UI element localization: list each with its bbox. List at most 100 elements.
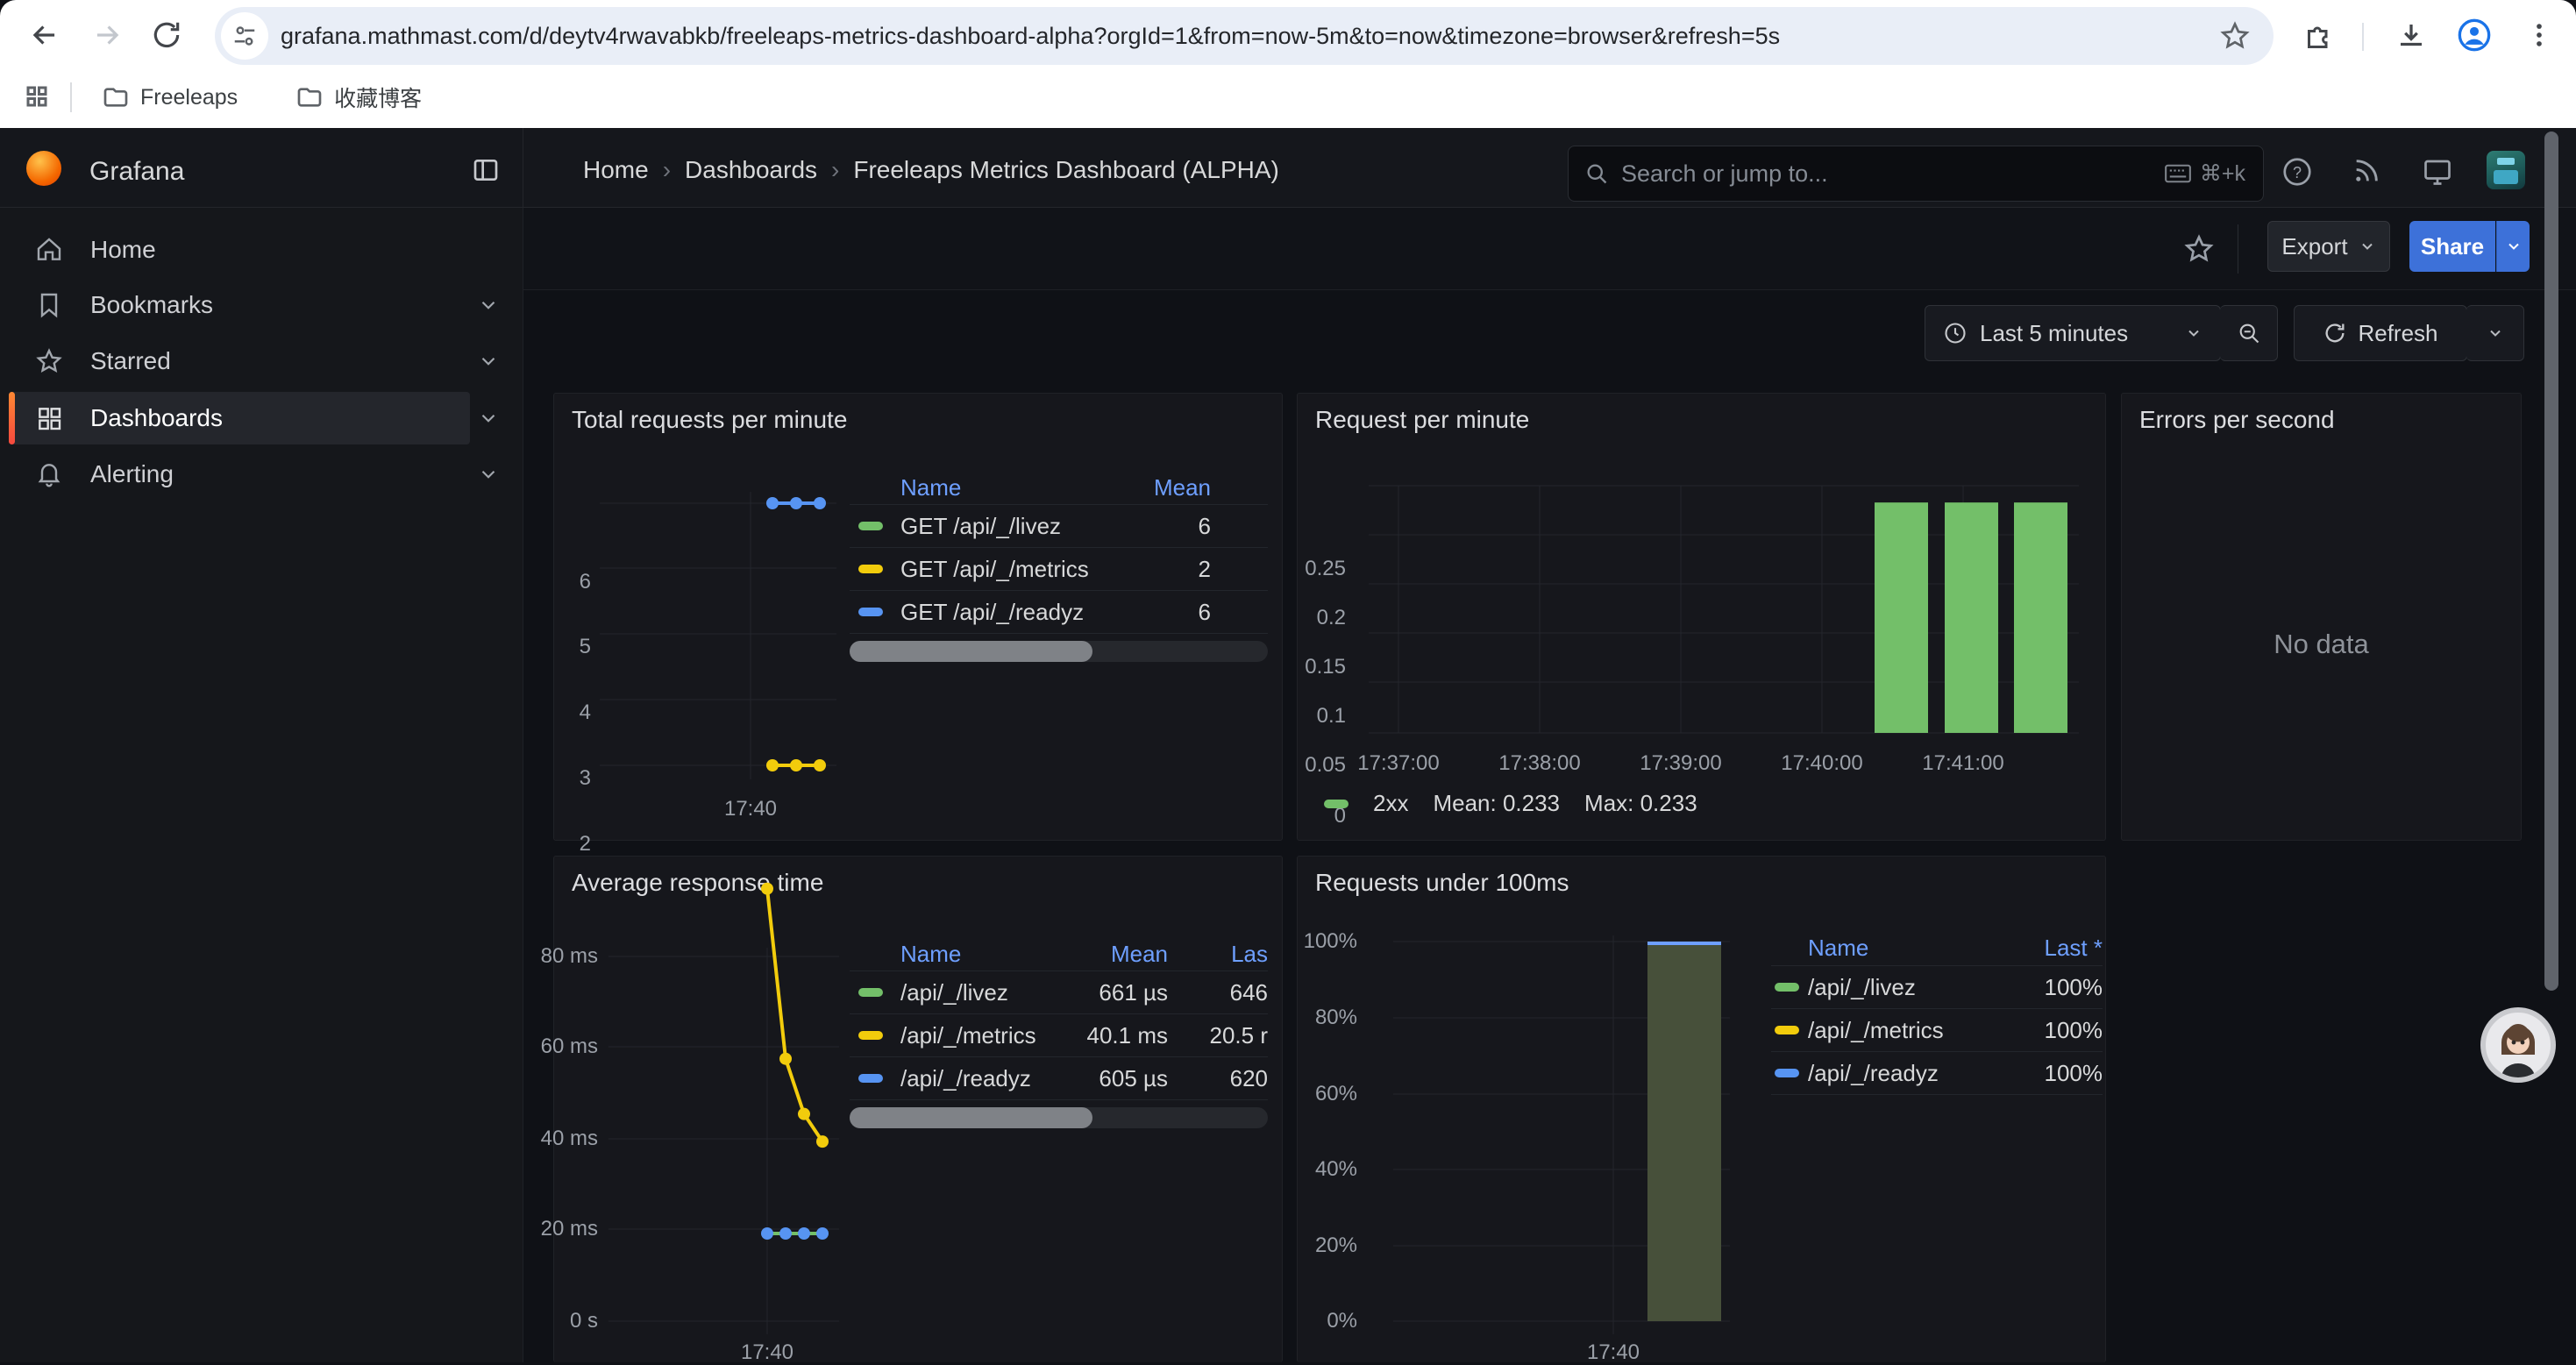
col-name[interactable]: Name (890, 474, 1153, 501)
chevron-down-icon (2505, 238, 2523, 255)
p5-plot[interactable] (1363, 857, 1749, 1347)
sidebar-toggle-button[interactable] (472, 156, 500, 184)
chevron-down-icon[interactable] (477, 463, 500, 486)
series-name[interactable]: /api/_/livez (890, 979, 1075, 1006)
extensions-button[interactable] (2297, 14, 2339, 56)
chevron-down-icon[interactable] (477, 407, 500, 430)
share-button[interactable]: Share (2409, 221, 2495, 272)
sidebar-item-bookmarks[interactable]: Bookmarks (0, 280, 523, 331)
p2-legend[interactable]: 2xx Mean: 0.233 Max: 0.233 (1324, 790, 1697, 817)
browser-reload-button[interactable] (146, 14, 188, 56)
help-button[interactable]: ? (2281, 156, 2313, 188)
series-name[interactable]: GET /api/_/livez (890, 513, 1153, 540)
chevron-down-icon (2185, 324, 2202, 342)
sidebar-item-home[interactable]: Home (0, 224, 523, 275)
series-name[interactable]: GET /api/_/metrics (890, 556, 1153, 583)
panel-title[interactable]: Request per minute (1315, 406, 1529, 434)
legend-row[interactable]: /api/_/livez 100% (1771, 965, 2103, 1008)
chevron-down-icon[interactable] (477, 294, 500, 316)
legend-row[interactable]: /api/_/livez 661 µs 646 (850, 970, 1268, 1013)
panel-errors-per-second: Errors per second No data (2121, 393, 2522, 841)
legend-scrollbar[interactable] (850, 1107, 1268, 1128)
star-icon (35, 347, 63, 375)
legend-row[interactable]: /api/_/metrics 40.1 ms 20.5 r (850, 1013, 1268, 1056)
p2-y-axis: 0.25 0.2 0.15 0.1 0.05 0 (1298, 477, 1346, 749)
legend-row[interactable]: /api/_/metrics 100% (1771, 1008, 2103, 1051)
p5-legend-table: Name Last * /api/_/livez 100% /api/_/met… (1771, 930, 2103, 1095)
x-tick: 17:40 (1587, 1340, 1640, 1365)
page-scrollbar-thumb[interactable] (2544, 132, 2558, 991)
y-tick: 0% (1327, 1309, 1357, 1333)
series-name[interactable]: /api/_/metrics (890, 1022, 1075, 1049)
panel-title[interactable]: Errors per second (2139, 406, 2335, 434)
breadcrumb-home[interactable]: Home (583, 156, 649, 184)
browser-menu-button[interactable] (2518, 14, 2560, 56)
share-label: Share (2421, 233, 2484, 260)
col-last[interactable]: Last * (2006, 935, 2103, 962)
col-name[interactable]: Name (890, 941, 1075, 968)
downloads-button[interactable] (2390, 14, 2432, 56)
search-input[interactable]: Search or jump to... ⌘+k (1568, 146, 2264, 202)
col-name[interactable]: Name (1808, 935, 2006, 962)
y-tick: 20 ms (541, 1217, 598, 1241)
scrollbar-thumb[interactable] (850, 1107, 1092, 1128)
bookmark-folder-blogs[interactable]: 收藏博客 (295, 82, 422, 113)
share-dropdown-button[interactable] (2496, 221, 2530, 272)
back-arrow-icon (28, 18, 61, 52)
browser-address-bar[interactable]: grafana.mathmast.com/d/deytv4rwavabkb/fr… (215, 7, 2274, 65)
legend-row[interactable]: /api/_/readyz 605 µs 620 (850, 1056, 1268, 1100)
grafana-logo[interactable] (26, 151, 61, 186)
legend-row[interactable]: GET /api/_/livez 6 (850, 504, 1268, 547)
sidebar-item-dashboards[interactable]: Dashboards (0, 393, 523, 444)
legend-series-name[interactable]: 2xx (1373, 790, 1408, 817)
series-last: 20.5 r (1168, 1022, 1268, 1049)
breadcrumb-dashboards[interactable]: Dashboards (685, 156, 817, 184)
p1-plot[interactable] (598, 473, 843, 806)
scrollbar-thumb[interactable] (850, 641, 1092, 662)
panel-title[interactable]: Total requests per minute (572, 406, 847, 434)
col-mean[interactable]: Mean (1075, 941, 1168, 968)
apps-shortcut-button[interactable] (16, 75, 58, 117)
assistant-avatar[interactable] (2480, 1007, 2556, 1083)
bookmark-folder-freeleaps[interactable]: Freeleaps (102, 83, 238, 111)
display-button[interactable] (2422, 156, 2453, 188)
legend-row[interactable]: GET /api/_/metrics 2 (850, 547, 1268, 590)
url-text[interactable]: grafana.mathmast.com/d/deytv4rwavabkb/fr… (281, 23, 2219, 50)
refresh-interval-button[interactable] (2466, 305, 2524, 361)
site-settings-button[interactable] (221, 12, 268, 60)
series-name[interactable]: /api/_/livez (1808, 974, 2006, 1001)
p4-plot[interactable] (602, 857, 848, 1347)
bookmark-star-icon[interactable] (2219, 20, 2251, 52)
zoom-out-button[interactable] (2220, 305, 2278, 361)
series-swatch (858, 988, 883, 997)
col-last[interactable]: Las (1168, 941, 1268, 968)
news-button[interactable] (2352, 156, 2381, 186)
zoom-out-icon (2237, 321, 2261, 345)
sidebar-item-starred[interactable]: Starred (0, 336, 523, 387)
legend-scrollbar[interactable] (850, 641, 1268, 662)
browser-back-button[interactable] (24, 14, 66, 56)
bell-icon (35, 460, 63, 488)
browser-forward-button[interactable] (86, 14, 128, 56)
series-name[interactable]: /api/_/readyz (1808, 1060, 2006, 1087)
p2-plot[interactable] (1350, 477, 2096, 749)
series-name[interactable]: /api/_/metrics (1808, 1017, 2006, 1044)
export-button[interactable]: Export (2267, 221, 2390, 272)
series-name[interactable]: /api/_/readyz (890, 1065, 1075, 1092)
favorite-dashboard-button[interactable] (2183, 233, 2215, 265)
p4-y-axis: 80 ms 60 ms 40 ms 20 ms 0 s (554, 857, 598, 1363)
toolbar-divider (2362, 23, 2364, 51)
refresh-button[interactable]: Refresh (2294, 305, 2467, 361)
user-avatar[interactable] (2487, 151, 2525, 189)
time-range-picker[interactable]: Last 5 minutes (1925, 305, 2221, 361)
series-last: 100% (2006, 1017, 2103, 1044)
legend-row[interactable]: GET /api/_/readyz 6 (850, 590, 1268, 634)
sidebar-item-label: Dashboards (90, 404, 223, 432)
legend-row[interactable]: /api/_/readyz 100% (1771, 1051, 2103, 1095)
series-last: 646 (1168, 979, 1268, 1006)
sidebar-item-alerting[interactable]: Alerting (0, 449, 523, 500)
chevron-down-icon[interactable] (477, 350, 500, 373)
col-mean[interactable]: Mean (1153, 474, 1211, 501)
profile-button[interactable] (2453, 14, 2495, 56)
series-name[interactable]: GET /api/_/readyz (890, 599, 1153, 626)
